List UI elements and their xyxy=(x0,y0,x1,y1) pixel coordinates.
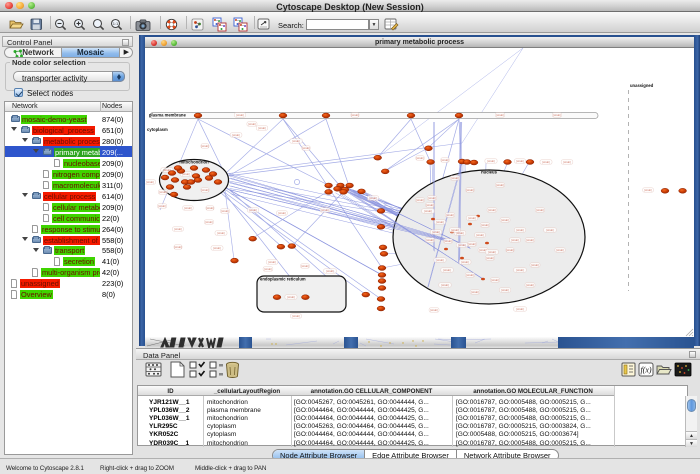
svg-text:[str.ab]: [str.ab] xyxy=(369,197,377,200)
svg-text:1:1: 1:1 xyxy=(113,21,119,26)
svg-text:[str.ab]: [str.ab] xyxy=(278,212,286,215)
svg-text:[str.ab]: [str.ab] xyxy=(501,289,509,292)
svg-text:[str.ab]: [str.ab] xyxy=(451,177,459,180)
svg-text:[str.ab]: [str.ab] xyxy=(426,204,434,207)
svg-text:[str.ab]: [str.ab] xyxy=(351,114,359,117)
svg-text:[str.ab]: [str.ab] xyxy=(536,209,544,212)
svg-text:[str.ab]: [str.ab] xyxy=(217,232,225,235)
svg-text:[str.ab]: [str.ab] xyxy=(496,114,504,117)
svg-text:[str.ab]: [str.ab] xyxy=(432,231,440,234)
svg-text:[str.ab]: [str.ab] xyxy=(546,229,554,232)
svg-text:[str.ab]: [str.ab] xyxy=(248,123,256,126)
svg-text:[str.ab]: [str.ab] xyxy=(496,184,504,187)
svg-text:[str.ab]: [str.ab] xyxy=(221,210,229,213)
svg-text:nucleus: nucleus xyxy=(481,170,497,175)
svg-text:[str.ab]: [str.ab] xyxy=(428,197,436,200)
svg-text:[str.ab]: [str.ab] xyxy=(488,209,496,212)
svg-text:[str.ab]: [str.ab] xyxy=(556,249,564,252)
svg-text:endoplasmic reticulum: endoplasmic reticulum xyxy=(260,277,306,282)
svg-text:[str.ab]: [str.ab] xyxy=(446,214,454,217)
svg-text:[str.ab]: [str.ab] xyxy=(487,160,495,163)
svg-text:[str.ab]: [str.ab] xyxy=(174,228,182,231)
svg-text:[str.ab]: [str.ab] xyxy=(287,296,295,299)
svg-text:[str.ab]: [str.ab] xyxy=(201,189,209,192)
svg-text:[str.ab]: [str.ab] xyxy=(491,279,499,282)
svg-text:[str.ab]: [str.ab] xyxy=(526,239,534,242)
svg-text:[str.ab]: [str.ab] xyxy=(486,257,494,260)
svg-text:plasma membrane: plasma membrane xyxy=(149,113,186,118)
svg-text:[str.ab]: [str.ab] xyxy=(441,284,449,287)
svg-text:cytoplasm: cytoplasm xyxy=(147,127,168,132)
svg-text:[str.ab]: [str.ab] xyxy=(264,268,272,271)
svg-text:[str.ab]: [str.ab] xyxy=(146,181,154,184)
svg-text:[str.ab]: [str.ab] xyxy=(553,114,561,117)
svg-text:[str.ab]: [str.ab] xyxy=(159,191,167,194)
svg-text:[str.ab]: [str.ab] xyxy=(301,265,309,268)
svg-text:[str.ab]: [str.ab] xyxy=(506,249,514,252)
svg-text:[str.ab]: [str.ab] xyxy=(466,274,474,277)
svg-text:[str.ab]: [str.ab] xyxy=(441,159,449,162)
svg-text:[str.ab]: [str.ab] xyxy=(426,239,434,242)
svg-text:[str.ab]: [str.ab] xyxy=(174,246,182,249)
svg-text:[str.ab]: [str.ab] xyxy=(511,239,519,242)
svg-text:[str.ab]: [str.ab] xyxy=(430,309,438,312)
svg-text:[str.ab]: [str.ab] xyxy=(488,251,496,254)
svg-text:[str.ab]: [str.ab] xyxy=(443,269,451,272)
svg-text:[str.ab]: [str.ab] xyxy=(444,240,452,243)
svg-text:[str.ab]: [str.ab] xyxy=(501,219,509,222)
svg-text:[str.ab]: [str.ab] xyxy=(206,207,214,210)
svg-text:[str.ab]: [str.ab] xyxy=(516,269,524,272)
svg-text:[str.ab]: [str.ab] xyxy=(644,189,652,192)
svg-text:[str.ab]: [str.ab] xyxy=(436,221,444,224)
svg-text:[str.ab]: [str.ab] xyxy=(182,173,190,176)
svg-text:[str.ab]: [str.ab] xyxy=(461,261,469,264)
svg-text:[str.ab]: [str.ab] xyxy=(201,145,209,148)
svg-text:[str.ab]: [str.ab] xyxy=(302,147,310,150)
svg-text:[str.ab]: [str.ab] xyxy=(468,217,476,220)
svg-text:[str.ab]: [str.ab] xyxy=(476,234,484,237)
svg-text:[str.ab]: [str.ab] xyxy=(526,284,534,287)
svg-text:[str.ab]: [str.ab] xyxy=(249,209,257,212)
svg-text:[str.ab]: [str.ab] xyxy=(436,259,444,262)
svg-text:[str.ab]: [str.ab] xyxy=(326,270,334,273)
svg-text:[str.ab]: [str.ab] xyxy=(516,160,524,163)
svg-text:[str.ab]: [str.ab] xyxy=(471,291,479,294)
svg-text:[str.ab]: [str.ab] xyxy=(158,205,166,208)
svg-text:[str.ab]: [str.ab] xyxy=(416,157,424,160)
svg-text:[str.ab]: [str.ab] xyxy=(205,221,213,224)
svg-text:[str.ab]: [str.ab] xyxy=(542,161,550,164)
svg-text:[str.ab]: [str.ab] xyxy=(416,199,424,202)
svg-text:[str.ab]: [str.ab] xyxy=(458,244,466,247)
svg-text:[str.ab]: [str.ab] xyxy=(451,229,459,232)
svg-text:[str.ab]: [str.ab] xyxy=(236,114,244,117)
svg-text:f(x): f(x) xyxy=(640,366,651,375)
svg-text:[str.ab]: [str.ab] xyxy=(516,308,524,311)
svg-text:[str.ab]: [str.ab] xyxy=(184,207,192,210)
svg-text:[str.ab]: [str.ab] xyxy=(292,315,300,318)
svg-text:[str.ab]: [str.ab] xyxy=(424,210,432,213)
svg-text:[str.ab]: [str.ab] xyxy=(321,209,329,212)
svg-text:[str.ab]: [str.ab] xyxy=(481,224,489,227)
svg-text:[str.ab]: [str.ab] xyxy=(468,243,476,246)
svg-text:[str.ab]: [str.ab] xyxy=(232,134,240,137)
svg-text:[str.ab]: [str.ab] xyxy=(258,127,266,130)
svg-text:[str.ab]: [str.ab] xyxy=(531,264,539,267)
svg-text:[str.ab]: [str.ab] xyxy=(456,232,464,235)
svg-text:[str.ab]: [str.ab] xyxy=(466,189,474,192)
svg-text:[str.ab]: [str.ab] xyxy=(563,161,571,164)
svg-text:[str.ab]: [str.ab] xyxy=(268,261,276,264)
svg-text:[str.ab]: [str.ab] xyxy=(292,140,300,143)
svg-text:unassigned: unassigned xyxy=(630,83,654,88)
svg-text:[str.ab]: [str.ab] xyxy=(516,229,524,232)
svg-text:[str.ab]: [str.ab] xyxy=(213,247,221,250)
svg-text:mitochondrion: mitochondrion xyxy=(179,160,209,165)
